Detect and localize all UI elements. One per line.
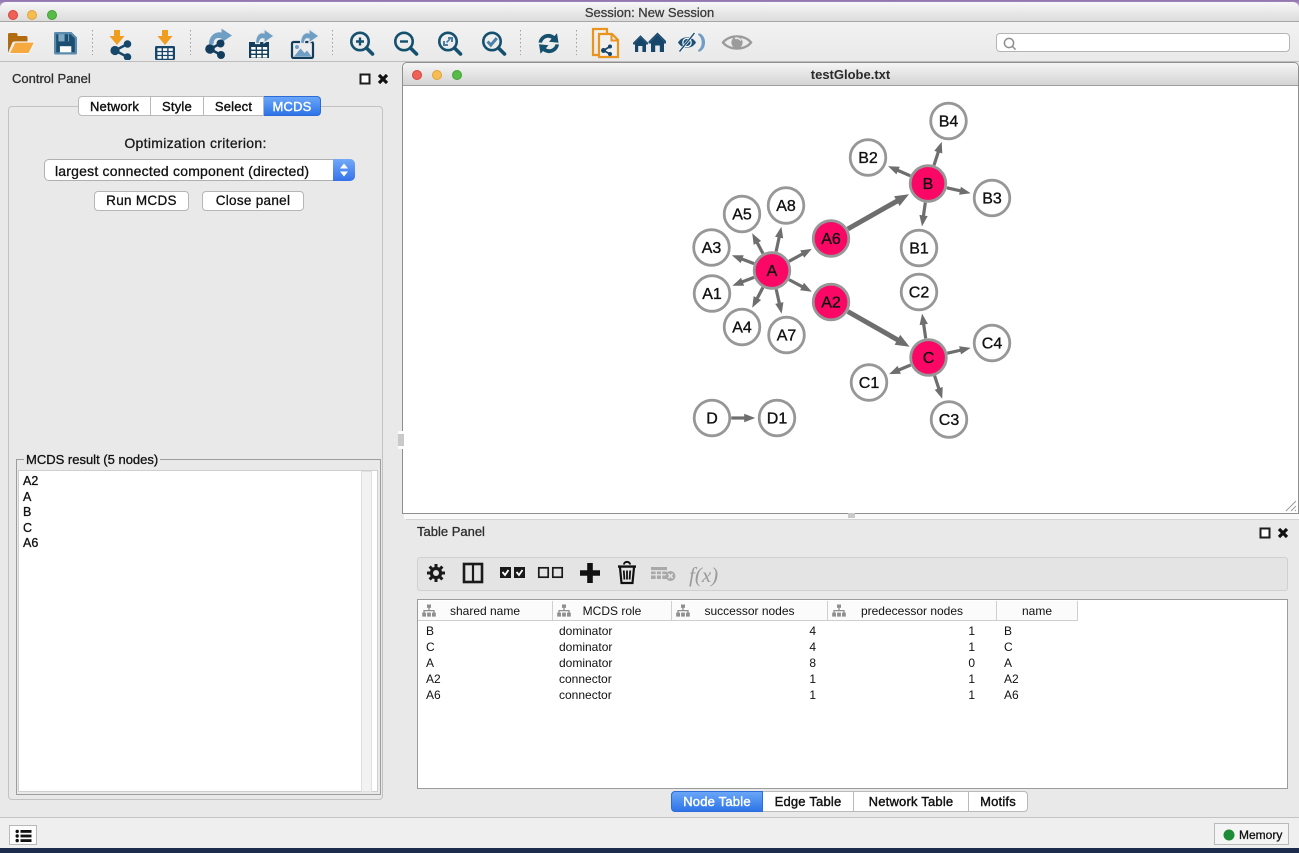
- svg-text:B1: B1: [909, 241, 929, 258]
- svg-text:B3: B3: [982, 191, 1002, 208]
- svg-text:A5: A5: [732, 207, 752, 224]
- svg-text:C4: C4: [982, 336, 1003, 353]
- svg-text:A8: A8: [776, 198, 796, 215]
- svg-text:A7: A7: [777, 328, 797, 345]
- svg-text:A: A: [767, 263, 778, 280]
- svg-text:B: B: [923, 176, 934, 193]
- svg-text:B4: B4: [939, 114, 959, 131]
- svg-text:D1: D1: [767, 411, 788, 428]
- svg-text:A6: A6: [821, 231, 841, 248]
- svg-text:A3: A3: [702, 240, 722, 257]
- svg-text:D: D: [706, 411, 718, 428]
- svg-text:C1: C1: [859, 375, 880, 392]
- svg-text:C2: C2: [909, 285, 930, 302]
- svg-text:B2: B2: [858, 150, 878, 167]
- svg-text:C3: C3: [939, 412, 960, 429]
- svg-text:A4: A4: [732, 320, 752, 337]
- svg-text:A2: A2: [821, 295, 841, 312]
- svg-text:A1: A1: [702, 286, 722, 303]
- svg-text:C: C: [923, 350, 935, 367]
